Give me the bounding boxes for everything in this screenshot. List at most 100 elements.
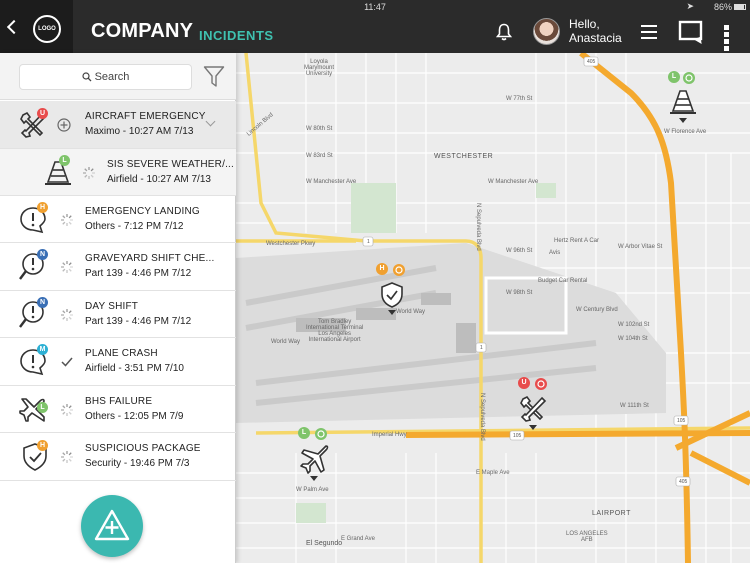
top-nav-bar: 11:47 ➤ 86% LOGO COMPANY INCIDENTS Hello… [0, 0, 750, 53]
incident-subtitle: Part 139 - 4:46 PM 7/12 [85, 268, 192, 279]
incident-row[interactable]: U AIRCRAFT EMERGENCY Maximo - 10:27 AM 7… [0, 101, 236, 149]
chevron-down-icon[interactable] [205, 116, 216, 127]
map-label: W 96th St [506, 248, 533, 254]
spinner-tick [68, 268, 72, 272]
user-avatar[interactable] [533, 18, 560, 45]
incident-row[interactable]: L BHS FAILURE Others - 12:05 PM 7/9 [0, 386, 236, 433]
road-shield: 105 [677, 418, 686, 424]
incident-row[interactable]: N GRAVEYARD SHIFT CHE... Part 139 - 4:46… [0, 243, 236, 291]
incident-title: SIS SEVERE WEATHER/... [107, 159, 235, 170]
map-label: W Manchester Ave [488, 179, 539, 185]
map-label: W Palm Ave [296, 487, 329, 493]
map-label: LAIRPORT [592, 510, 631, 517]
loading-icon [61, 214, 73, 226]
incident-subtitle: Others - 7:12 PM 7/12 [85, 221, 184, 232]
cone-icon [670, 90, 696, 123]
incident-title: BHS FAILURE [85, 396, 153, 407]
spinner-tick [62, 215, 66, 219]
pin-badge: L [668, 71, 680, 83]
incident-title: SUSPICIOUS PACKAGE [85, 443, 201, 454]
filter-icon[interactable] [203, 65, 225, 89]
incident-row[interactable]: M PLANE CRASH Airfield - 3:51 PM 7/10 [0, 338, 236, 386]
spinner-tick [68, 458, 72, 462]
spinner-tick [62, 458, 66, 462]
badge-letter: N [39, 251, 46, 258]
back-arrow-icon[interactable] [6, 19, 22, 35]
map-label: W 77th St [506, 96, 533, 102]
incident-title: EMERGENCY LANDING [85, 206, 200, 217]
map-label: Loyola Marymount University [304, 59, 335, 77]
pin-badge-letter: H [379, 265, 385, 272]
pin-badge: U [518, 377, 530, 389]
incident-subtitle: Maximo - 10:27 AM 7/13 [85, 126, 194, 137]
map-label: N Sepulveda Blvd [479, 393, 485, 441]
priority-badge: H [37, 440, 48, 451]
map-pin-plane[interactable]: L [298, 427, 330, 487]
location-arrow-icon: ➤ [686, 1, 694, 11]
spinner-tick [68, 221, 72, 225]
map-label: Budget Car Rental [538, 278, 588, 284]
map-label: El Segundo [306, 540, 343, 547]
map-pin-cone[interactable]: L [668, 71, 698, 131]
add-incident-button[interactable] [81, 495, 143, 557]
spinner-tick [68, 411, 72, 415]
loading-icon [61, 309, 73, 321]
map-pin-tools[interactable]: U [518, 377, 548, 437]
incident-title: GRAVEYARD SHIFT CHE... [85, 253, 215, 264]
alert-circle-icon [315, 428, 327, 440]
search-input[interactable]: Search [19, 64, 192, 90]
priority-badge: L [59, 155, 70, 166]
map-label: World Way [271, 339, 301, 345]
chat-window-icon[interactable] [678, 20, 704, 44]
loading-icon [61, 404, 73, 416]
spinner-tick [62, 411, 66, 415]
incident-row[interactable]: L SIS SEVERE WEATHER/... Airfield - 10:2… [0, 149, 236, 196]
incident-subtitle: Security - 19:46 PM 7/3 [85, 458, 190, 469]
alert-circle-icon [535, 378, 547, 390]
greeting-line: Hello, [569, 17, 600, 31]
incident-row[interactable]: H SUSPICIOUS PACKAGE Security - 19:46 PM… [0, 433, 236, 481]
incident-subtitle: Airfield - 10:27 AM 7/13 [107, 174, 211, 185]
road-shield: 1 [480, 345, 483, 351]
incident-title: PLANE CRASH [85, 348, 158, 359]
road-shield: 405 [679, 479, 688, 485]
spinner-tick [68, 262, 72, 266]
incident-row[interactable]: N DAY SHIFT Part 139 - 4:46 PM 7/12 [0, 291, 236, 338]
spinner-tick [68, 405, 72, 409]
badge-letter: H [39, 442, 46, 449]
spinner-tick [62, 262, 66, 266]
pin-badge-letter: L [301, 429, 307, 436]
hamburger-menu-icon[interactable] [641, 25, 657, 39]
search-placeholder: Search [94, 71, 130, 83]
user-greeting[interactable]: Hello, Anastacia [569, 17, 622, 45]
spinner-tick [90, 168, 94, 172]
priority-badge: U [37, 108, 48, 119]
incident-map[interactable]: 405 1 1 105 105 405 Loyola Marymount Uni… [236, 53, 750, 563]
map-label: Imperial Hwy [372, 432, 407, 438]
app-root: 11:47 ➤ 86% LOGO COMPANY INCIDENTS Hello… [0, 0, 750, 563]
spinner-tick [62, 221, 66, 225]
bell-icon[interactable] [496, 23, 512, 41]
company-logo[interactable]: LOGO [33, 15, 61, 43]
spinner-tick [68, 452, 72, 456]
spinner-tick [62, 316, 66, 320]
page-title-company: COMPANY [91, 20, 194, 42]
logo-area: LOGO [0, 0, 73, 53]
priority-badge: L [37, 402, 48, 413]
incident-row[interactable]: H EMERGENCY LANDING Others - 7:12 PM 7/1… [0, 196, 236, 243]
loading-icon [61, 451, 73, 463]
spinner-tick [62, 405, 66, 409]
priority-badge: H [37, 202, 48, 213]
spinner-tick [84, 168, 88, 172]
grid-apps-icon[interactable] [724, 25, 737, 51]
map-pin-shield[interactable]: H [376, 263, 406, 323]
search-bar: Search [0, 53, 236, 100]
spinner-tick [84, 174, 88, 178]
spinner-tick [68, 215, 72, 219]
spinner-tick [62, 452, 66, 456]
map-label: WESTCHESTER [434, 153, 494, 160]
plane-icon [300, 445, 329, 481]
plus-circle-icon[interactable] [57, 118, 71, 132]
map-label: Westchester Pkwy [266, 241, 316, 247]
spinner-tick [68, 310, 72, 314]
